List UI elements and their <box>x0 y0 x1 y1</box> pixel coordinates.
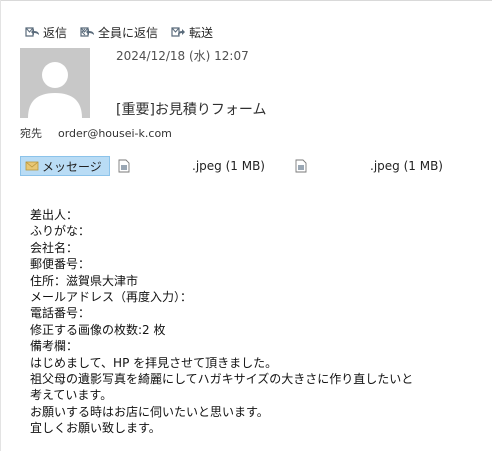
message-body: 差出人： ふりがな： 会社名： 郵便番号： 住所：滋賀県大津市 メールアドレス（… <box>30 207 413 437</box>
person-silhouette-icon <box>20 48 90 118</box>
forward-button[interactable]: 転送 <box>170 24 213 41</box>
reply-label: 返信 <box>43 25 68 40</box>
body-line: ふりがな： <box>30 224 91 239</box>
image-file-icon <box>295 159 307 173</box>
reply-icon <box>25 27 39 37</box>
forward-icon <box>171 27 186 37</box>
body-line: 考えています。 <box>30 388 113 403</box>
reply-button[interactable]: 返信 <box>24 24 67 41</box>
body-line: メールアドレス（再度入力）： <box>30 290 193 305</box>
reply-all-label: 全員に返信 <box>98 25 159 40</box>
body-line: はじめまして、HP を拝見させて頂きました。 <box>30 355 278 370</box>
message-tab[interactable]: メッセージ <box>20 156 110 176</box>
body-line: 住所：滋賀県大津市 <box>30 273 139 288</box>
body-line: 会社名： <box>30 240 79 255</box>
body-line: 祖父母の遺影写真を綺麗にしてハガキサイズの大きさに作り直したいと <box>30 372 414 387</box>
attachment-bar: メッセージ .jpeg (1 MB) .jpeg (1 MB) <box>20 155 492 177</box>
image-file-icon <box>118 159 130 173</box>
body-line: 宜しくお願い致します。 <box>30 421 161 436</box>
attachment-file-1[interactable]: .jpeg (1 MB) <box>118 156 288 176</box>
body-line: 修正する画像の枚数:2 枚 <box>30 322 166 337</box>
to-address[interactable]: order@housei-k.com <box>58 127 172 140</box>
body-line: 電話番号： <box>30 306 91 321</box>
message-date: 2024/12/18 (水) 12:07 <box>116 49 249 63</box>
forward-label: 転送 <box>189 25 214 40</box>
body-line: 備考欄： <box>30 339 79 354</box>
window-left-border <box>0 0 1 451</box>
window-top-border <box>0 0 492 1</box>
message-subject: [重要]お見積りフォーム <box>116 102 267 118</box>
message-tab-label: メッセージ <box>42 159 102 174</box>
sender-avatar <box>20 48 90 118</box>
envelope-icon <box>25 161 39 171</box>
body-line: お願いする時はお店に伺いたいと思います。 <box>30 404 269 419</box>
body-line: 差出人： <box>30 208 79 222</box>
attachment-file-1-name: .jpeg (1 MB) <box>192 159 265 173</box>
to-label: 宛先 <box>20 127 42 140</box>
body-line: 郵便番号： <box>30 257 91 272</box>
attachment-file-2[interactable]: .jpeg (1 MB) <box>295 156 475 176</box>
attachment-file-2-name: .jpeg (1 MB) <box>370 159 443 173</box>
reply-all-button[interactable]: 全員に返信 <box>79 24 158 41</box>
recipient-row: 宛先 order@housei-k.com <box>20 125 172 141</box>
reply-all-icon <box>80 27 95 37</box>
message-toolbar: 返信 全員に返信 転送 <box>24 23 225 41</box>
